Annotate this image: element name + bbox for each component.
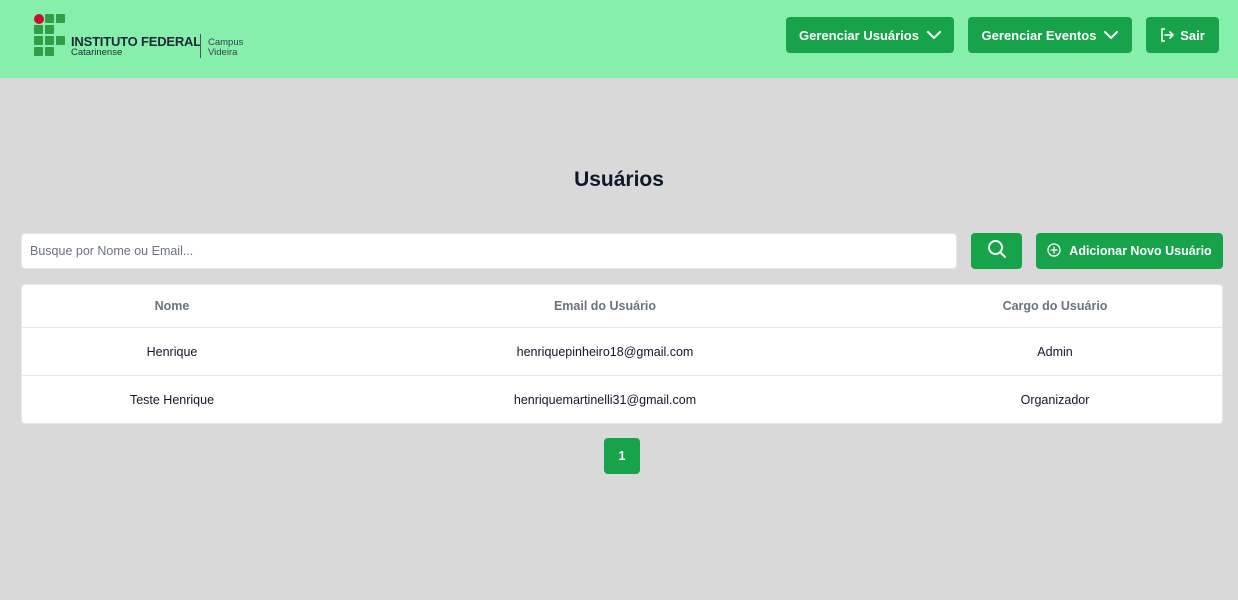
table-row[interactable]: Teste Henrique henriquemartinelli31@gmai… bbox=[22, 376, 1222, 423]
column-header-email: Email do Usuário bbox=[553, 299, 657, 313]
top-header: INSTITUTO FEDERAL Catarinense Campus Vid… bbox=[0, 0, 1238, 78]
logo-mark-icon bbox=[34, 14, 66, 56]
user-name-cell: Henrique bbox=[146, 344, 198, 359]
logout-icon bbox=[1160, 28, 1175, 42]
user-email-cell: henriquemartinelli31@gmail.com bbox=[513, 392, 697, 407]
logo-subtitle: Catarinense bbox=[71, 47, 123, 58]
column-header-name: Nome bbox=[154, 299, 190, 313]
user-name-cell: Teste Henrique bbox=[129, 392, 215, 407]
search-input[interactable] bbox=[21, 233, 957, 269]
table-header-row: Nome Email do Usuário Cargo do Usuário bbox=[22, 285, 1222, 328]
manage-events-button[interactable]: Gerenciar Eventos bbox=[968, 17, 1132, 53]
user-role-cell: Organizador bbox=[1020, 392, 1090, 407]
search-button[interactable] bbox=[971, 233, 1022, 269]
chevron-down-icon bbox=[926, 30, 941, 40]
plus-circle-icon bbox=[1047, 242, 1061, 260]
manage-users-label: Gerenciar Usuários bbox=[799, 27, 919, 43]
users-table: Nome Email do Usuário Cargo do Usuário H… bbox=[21, 284, 1223, 424]
pagination-page-button[interactable]: 1 bbox=[604, 438, 640, 474]
manage-events-label: Gerenciar Eventos bbox=[981, 27, 1097, 43]
user-email-cell: henriquepinheiro18@gmail.com bbox=[516, 344, 694, 359]
logout-button[interactable]: Sair bbox=[1146, 17, 1219, 53]
add-user-label: Adicionar Novo Usuário bbox=[1069, 244, 1212, 258]
user-role-cell: Admin bbox=[1037, 344, 1073, 359]
logo-divider bbox=[200, 34, 201, 58]
page-title: Usuários bbox=[574, 168, 664, 191]
add-user-button[interactable]: Adicionar Novo Usuário bbox=[1036, 233, 1223, 269]
manage-users-button[interactable]: Gerenciar Usuários bbox=[786, 17, 954, 53]
institute-logo[interactable]: INSTITUTO FEDERAL Catarinense Campus Vid… bbox=[34, 14, 254, 60]
chevron-down-icon bbox=[1104, 30, 1119, 40]
logout-label: Sair bbox=[1180, 27, 1205, 43]
search-icon bbox=[987, 239, 1007, 264]
logo-campus-name: Videira bbox=[208, 47, 238, 58]
table-row[interactable]: Henrique henriquepinheiro18@gmail.com Ad… bbox=[22, 328, 1222, 376]
column-header-role: Cargo do Usuário bbox=[1002, 299, 1108, 313]
